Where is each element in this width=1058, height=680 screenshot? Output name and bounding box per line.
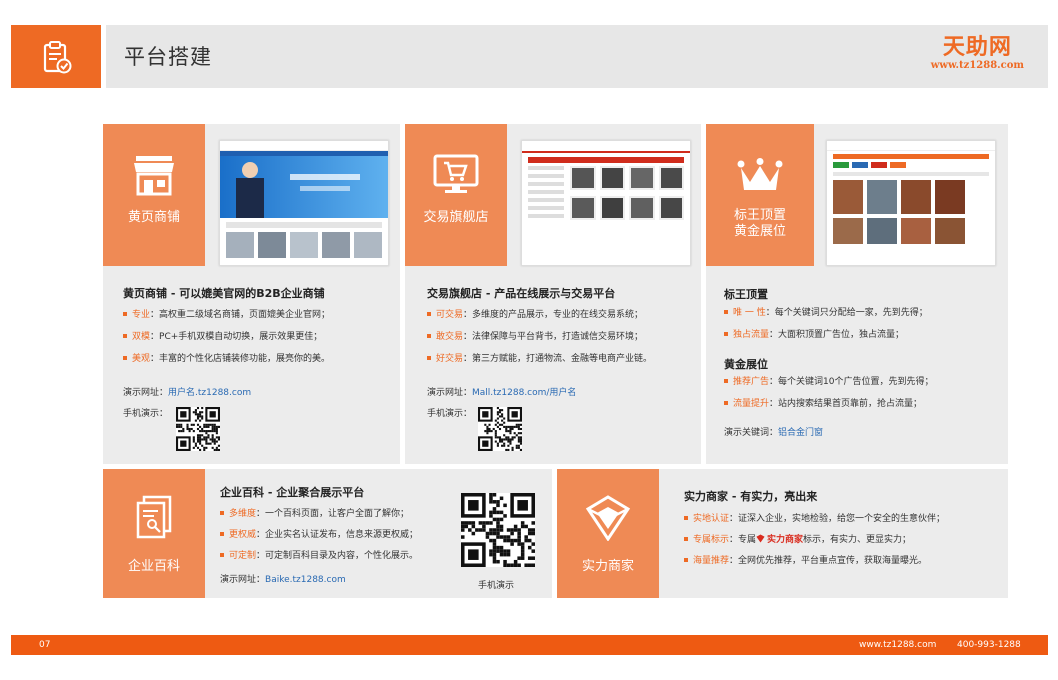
tile-label: 交易旗舰店 bbox=[423, 210, 489, 225]
merchant-badge-icon bbox=[756, 534, 765, 543]
tile-top-placement: 标王顶置 黄金展位 bbox=[706, 124, 814, 266]
card-heading: 企业百科 - 企业聚合展示平台 bbox=[220, 486, 365, 499]
page-title: 平台搭建 bbox=[124, 45, 212, 69]
feature-item: 双模 ：PC+手机双模自动切换，展示效果更佳； bbox=[123, 329, 330, 342]
crown-icon bbox=[737, 158, 783, 190]
card-trade-store: 交易旗舰店 交易旗舰店 - 产品在线展示与交易平台 可交易 ：多维度的产品展示，… bbox=[405, 124, 701, 464]
tile-label-line2: 黄金展位 bbox=[733, 224, 786, 239]
mobile-demo-label: 手机演示： bbox=[427, 409, 473, 419]
feature-item: 敢交易 ：法律保障与平台背书，打造诚信交易环境； bbox=[427, 329, 652, 342]
feature-list-top: 唯 一 性：每个关键词只分配给一家，先到先得； 独占流量 ：大面积顶置广告位，独占… bbox=[724, 305, 928, 340]
feature-item: 可交易 ：多维度的产品展示，专业的在线交易系统； bbox=[427, 307, 652, 320]
feature-item: 更权威 ：企业实名认证发布，信息来源更权威； bbox=[220, 527, 418, 540]
feature-item: 专业 ：高权重二级域名商铺，页面媲美企业官网； bbox=[123, 307, 330, 320]
header-icon-tile bbox=[11, 25, 101, 88]
demo-url: 演示网址：Baike.tz1288.com bbox=[220, 575, 346, 585]
demo-url: 演示网址：用户名.tz1288.com bbox=[123, 388, 252, 398]
card-yellow-pages: 黄页商铺 黄页商铺 - 可以媲美官网的B2B企业商铺 专业 ：高权重二级域名商铺，… bbox=[103, 124, 400, 464]
feature-item: 可定制 ：可定制百科目录及内容，个性化展示。 bbox=[220, 548, 418, 561]
feature-item: 流量提升 ：站内搜索结果首页靠前，抢占流量； bbox=[724, 396, 933, 409]
demo-url: 演示网址：Mall.tz1288.com/用户名 bbox=[427, 388, 577, 398]
card-enterprise-wiki: 企业百科 企业百科 - 企业聚合展示平台 多维度 ：一个百科页面，让客户全面了解你… bbox=[103, 469, 552, 598]
tile-trade-store: 交易旗舰店 bbox=[405, 124, 507, 266]
tile-yellow-pages: 黄页商铺 bbox=[103, 124, 205, 266]
qr-code-icon[interactable] bbox=[478, 407, 522, 451]
feature-item: 美观 ：丰富的个性化店铺装修功能，展亮你的美。 bbox=[123, 351, 330, 364]
footer-bar: 07 www.tz1288.com 400-993-1288 bbox=[11, 635, 1048, 655]
demo-url-link[interactable]: Mall.tz1288.com/用户名 bbox=[472, 388, 576, 398]
encyclopedia-book-icon bbox=[136, 495, 172, 539]
clipboard-check-icon bbox=[43, 40, 72, 73]
tile-strength-merchant: 实力商家 bbox=[557, 469, 659, 598]
footer-phone: 400-993-1288 bbox=[957, 640, 1021, 650]
tile-label-line1: 标王顶置 bbox=[733, 208, 786, 223]
footer-site-link[interactable]: www.tz1288.com bbox=[859, 640, 936, 650]
card-heading: 黄页商铺 - 可以媲美官网的B2B企业商铺 bbox=[123, 287, 325, 300]
section-heading-gold: 黄金展位 bbox=[724, 358, 768, 371]
feature-list: 可交易 ：多维度的产品展示，专业的在线交易系统； 敢交易 ：法律保障与平台背书，打造… bbox=[427, 307, 652, 364]
qr-caption: 手机演示 bbox=[478, 581, 515, 591]
tile-enterprise-wiki: 企业百科 bbox=[103, 469, 205, 598]
card-heading: 交易旗舰店 - 产品在线展示与交易平台 bbox=[427, 287, 616, 300]
logo-text: 天助网 bbox=[942, 35, 1012, 60]
demo-url-link[interactable]: Baike.tz1288.com bbox=[265, 575, 346, 585]
feature-list: 实地认证 ：证深入企业，实地检验，给您一个安全的生意伙伴； 专属标示 ：专属 实力商… bbox=[684, 511, 945, 566]
logo-url: www.tz1288.com bbox=[930, 60, 1024, 71]
qr-code-icon[interactable] bbox=[461, 493, 535, 567]
store-screenshot[interactable] bbox=[521, 140, 691, 266]
tile-label: 黄页商铺 bbox=[127, 210, 180, 225]
demo-keyword: 演示关键词：铝合金门窗 bbox=[724, 428, 824, 438]
card-top-placement: 标王顶置 黄金展位 标王顶置 唯 一 性：每个关键词只分配给一家，先到先得； 独… bbox=[706, 124, 1008, 464]
header-bar: 平台搭建 天助网 www.tz1288.com bbox=[106, 25, 1048, 88]
demo-keyword-link[interactable]: 铝合金门窗 bbox=[778, 428, 823, 438]
feature-item: 好交易 ：第三方赋能，打通物流、金融等电商产业链。 bbox=[427, 351, 652, 364]
mobile-demo-label: 手机演示： bbox=[123, 409, 169, 419]
ranking-screenshot[interactable] bbox=[826, 140, 996, 266]
tile-label: 企业百科 bbox=[127, 559, 180, 574]
brand-logo[interactable]: 天助网 www.tz1288.com bbox=[930, 35, 1024, 72]
qr-code-icon[interactable] bbox=[176, 407, 220, 451]
feature-item: 实地认证 ：证深入企业，实地检验，给您一个安全的生意伙伴； bbox=[684, 511, 945, 524]
merchant-badge-label: 实力商家 bbox=[767, 535, 804, 545]
feature-item: 专属标示 ：专属 实力商家 标示，有实力、更显实力； bbox=[684, 532, 945, 545]
page-number: 07 bbox=[39, 640, 51, 650]
feature-list-gold: 推荐广告 ：每个关键词10个广告位置，先到先得； 流量提升 ：站内搜索结果首页靠前，… bbox=[724, 374, 933, 409]
card-strength-merchant: 实力商家 实力商家 - 有实力，亮出来 实地认证 ：证深入企业，实地检验，给您一个… bbox=[557, 469, 1008, 598]
feature-item: 推荐广告 ：每个关键词10个广告位置，先到先得； bbox=[724, 374, 933, 387]
feature-item: 多维度 ：一个百科页面，让客户全面了解你； bbox=[220, 506, 418, 519]
shop-icon bbox=[134, 156, 174, 196]
tile-label: 实力商家 bbox=[581, 559, 634, 574]
website-screenshot[interactable] bbox=[219, 140, 389, 266]
feature-item: 独占流量 ：大面积顶置广告位，独占流量； bbox=[724, 327, 928, 340]
feature-item: 唯 一 性：每个关键词只分配给一家，先到先得； bbox=[724, 305, 928, 318]
shopping-cart-monitor-icon bbox=[433, 154, 479, 193]
feature-list: 多维度 ：一个百科页面，让客户全面了解你； 更权威 ：企业实名认证发布，信息来源更权… bbox=[220, 506, 418, 561]
shield-badge-icon bbox=[585, 495, 631, 541]
section-heading-top: 标王顶置 bbox=[724, 288, 768, 301]
card-heading: 实力商家 - 有实力，亮出来 bbox=[684, 490, 818, 503]
demo-url-link[interactable]: 用户名.tz1288.com bbox=[168, 388, 251, 398]
feature-item: 海量推荐 ：全网优先推荐，平台重点宣传，获取海量曝光。 bbox=[684, 553, 945, 566]
feature-list: 专业 ：高权重二级域名商铺，页面媲美企业官网； 双模 ：PC+手机双模自动切换，展示… bbox=[123, 307, 330, 364]
